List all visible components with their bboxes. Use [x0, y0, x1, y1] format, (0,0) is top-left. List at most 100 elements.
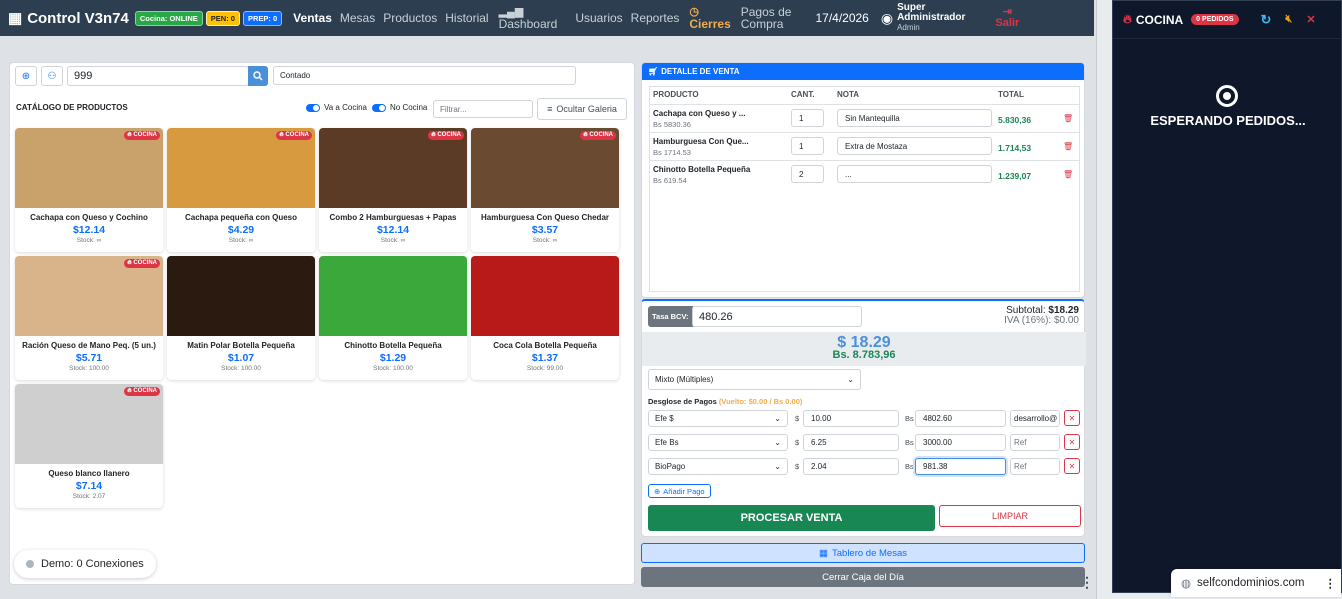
- product-stock: Stock: ∞: [532, 237, 558, 244]
- product-price: $7.14: [75, 480, 103, 492]
- toggle-switch[interactable]: [372, 103, 386, 112]
- product-card[interactable]: 🔥︎ COCINA Hamburguesa Con Queso Chedar $3.…: [471, 128, 619, 252]
- tables-board-button[interactable]: ▦ Tablero de Mesas: [641, 543, 1085, 563]
- product-card[interactable]: 🔥︎ COCINA Ración Queso de Mano Peq. (5 un…: [15, 256, 163, 380]
- payment-panel: Tasa BCV: 480.26 Subtotal: $18.29 IVA (1…: [641, 299, 1086, 537]
- product-stock: Stock: ∞: [228, 237, 254, 244]
- reference-input[interactable]: Ref: [1010, 458, 1060, 475]
- payment-type-select[interactable]: Efe $ ⌄: [648, 410, 788, 427]
- nav-cierres[interactable]: ◷ Cierres: [689, 6, 730, 30]
- client-id-input[interactable]: 999: [67, 66, 249, 86]
- payment-type-value: Efe Bs: [655, 438, 679, 447]
- clear-button[interactable]: LIMPIAR: [939, 505, 1081, 527]
- remove-payment-button[interactable]: ✕: [1064, 410, 1080, 426]
- product-stock: Stock: 100.00: [69, 365, 109, 372]
- badge-prep: PREP: 0: [242, 10, 283, 26]
- bs-amount-input[interactable]: 4802.60: [915, 410, 1006, 427]
- client-name-input[interactable]: Contado: [273, 66, 576, 85]
- col-cant: CANT.: [791, 90, 815, 99]
- product-image: [471, 256, 619, 336]
- total-bs: Bs. 8.783,96: [832, 349, 896, 361]
- note-input[interactable]: ...: [837, 165, 992, 183]
- product-image: [167, 256, 315, 336]
- payment-method-select[interactable]: Mixto (Múltiples) ⌄: [648, 369, 861, 390]
- product-card[interactable]: Chinotto Botella Pequeña $1.29 Stock: 100.…: [319, 256, 467, 380]
- bs-sign: Bs: [905, 414, 914, 423]
- nav-productos[interactable]: Productos: [383, 11, 437, 25]
- product-card[interactable]: 🔥︎ COCINA Queso blanco llanero $7.14 Stock:…: [15, 384, 163, 508]
- close-icon[interactable]: ✕: [1306, 13, 1315, 26]
- reference-input[interactable]: Ref: [1010, 434, 1060, 451]
- bs-amount-input[interactable]: 981.38: [915, 458, 1006, 475]
- iva-value: $0.00: [1053, 315, 1079, 326]
- product-card[interactable]: 🔥︎ COCINA Combo 2 Hamburguesas + Papas $12…: [319, 128, 467, 252]
- qty-input[interactable]: 1: [791, 109, 824, 127]
- toggle-no-cocina[interactable]: No Cocina: [372, 103, 427, 112]
- brand[interactable]: ▦ Control V3n74: [8, 9, 129, 28]
- clients-button[interactable]: ⚇: [41, 66, 63, 86]
- trash-icon[interactable]: 🗑︎: [1063, 142, 1073, 151]
- process-sale-button[interactable]: PROCESAR VENTA: [648, 505, 935, 531]
- qty-input[interactable]: 2: [791, 165, 824, 183]
- product-name: Combo 2 Hamburguesas + Papas: [329, 213, 457, 222]
- tasa-input[interactable]: 480.26: [692, 306, 862, 327]
- more-icon[interactable]: ⋮: [1324, 576, 1336, 590]
- nav-pagos-compra[interactable]: Pagos de Compra: [741, 6, 792, 30]
- more-icon[interactable]: ⋮: [1080, 574, 1094, 591]
- reference-input[interactable]: desarrollo@: [1010, 410, 1060, 427]
- payment-type-select[interactable]: BioPago ⌄: [648, 458, 788, 475]
- note-input[interactable]: Extra de Mostaza: [837, 137, 992, 155]
- product-stock: Stock: ∞: [76, 237, 102, 244]
- hide-gallery-button[interactable]: ≡ Ocultar Galeria: [537, 98, 627, 120]
- product-price: $4.29: [227, 224, 255, 236]
- nav-mesas[interactable]: Mesas: [340, 11, 375, 25]
- chevron-down-icon: ⌄: [774, 462, 781, 471]
- product-card[interactable]: 🔥︎ COCINA Cachapa pequeña con Queso $4.29 S…: [167, 128, 315, 252]
- trash-icon[interactable]: 🗑︎: [1063, 170, 1073, 179]
- refresh-icon[interactable]: ↻: [1261, 12, 1272, 28]
- chevron-down-icon: ⌄: [847, 375, 854, 384]
- bs-amount-input[interactable]: 3000.00: [915, 434, 1006, 451]
- close-register-button[interactable]: Cerrar Caja del Día: [641, 567, 1085, 587]
- subtotal-block: Subtotal: $18.29 IVA (16%): $0.00: [1004, 306, 1079, 326]
- logout-button[interactable]: ⇥ Salir: [995, 7, 1019, 29]
- toggle-va-cocina[interactable]: Va a Cocina: [306, 103, 367, 112]
- add-payment-button[interactable]: ⊕ Añadir Pago: [648, 484, 711, 498]
- usd-amount-input[interactable]: 10.00: [803, 410, 899, 427]
- connections-text: Demo: 0 Conexiones: [41, 558, 144, 570]
- product-stock: Stock: 100.00: [373, 365, 413, 372]
- user-role: Admin: [897, 23, 920, 32]
- usd-amount-input[interactable]: 6.25: [803, 434, 899, 451]
- badge-pen: PEN: 0: [205, 10, 240, 26]
- product-card[interactable]: 🔥︎ COCINA Cachapa con Queso y Cochino $12.…: [15, 128, 163, 252]
- kitchen-title: COCINA: [1135, 12, 1184, 27]
- bs-sign: Bs: [905, 438, 914, 447]
- remove-payment-button[interactable]: ✕: [1064, 458, 1080, 474]
- product-card[interactable]: Matin Polar Botella Pequeña $1.07 Stock: 1…: [167, 256, 315, 380]
- remove-payment-button[interactable]: ✕: [1064, 434, 1080, 450]
- mute-icon[interactable]: 🔇︎: [1285, 13, 1292, 26]
- col-nota: NOTA: [837, 90, 860, 99]
- trash-icon[interactable]: 🗑︎: [1063, 114, 1073, 123]
- toggle-switch[interactable]: [306, 103, 320, 112]
- hourglass-icon: [1216, 85, 1238, 107]
- kitchen-badge: 🔥︎ COCINA: [124, 131, 160, 140]
- nav-ventas[interactable]: Ventas: [293, 11, 332, 25]
- domain-chip[interactable]: ◍ selfcondominios.com ⋮: [1171, 569, 1341, 597]
- nav-usuarios[interactable]: Usuarios: [575, 11, 622, 25]
- nav-reportes[interactable]: Reportes: [631, 11, 680, 25]
- nav-dashboard[interactable]: ▂▄▆ Dashboard: [499, 6, 558, 30]
- close-icon: ✕: [1068, 437, 1076, 447]
- product-card[interactable]: Coca Cola Botella Pequeña $1.37 Stock: 99.…: [471, 256, 619, 380]
- search-button[interactable]: [248, 66, 268, 86]
- qty-input[interactable]: 1: [791, 137, 824, 155]
- product-image: 🔥︎ COCINA: [15, 384, 163, 464]
- filter-input[interactable]: [433, 100, 533, 118]
- payment-type-select[interactable]: Efe Bs ⌄: [648, 434, 788, 451]
- nav-historial[interactable]: Historial: [445, 11, 488, 25]
- kitchen-badge-label: COCINA: [133, 388, 157, 394]
- add-client-button[interactable]: ⊕: [15, 66, 37, 86]
- user-menu[interactable]: ◉ Super Administrador Admin: [881, 3, 966, 33]
- note-input[interactable]: Sin Mantequilla: [837, 109, 992, 127]
- usd-amount-input[interactable]: 2.04: [803, 458, 899, 475]
